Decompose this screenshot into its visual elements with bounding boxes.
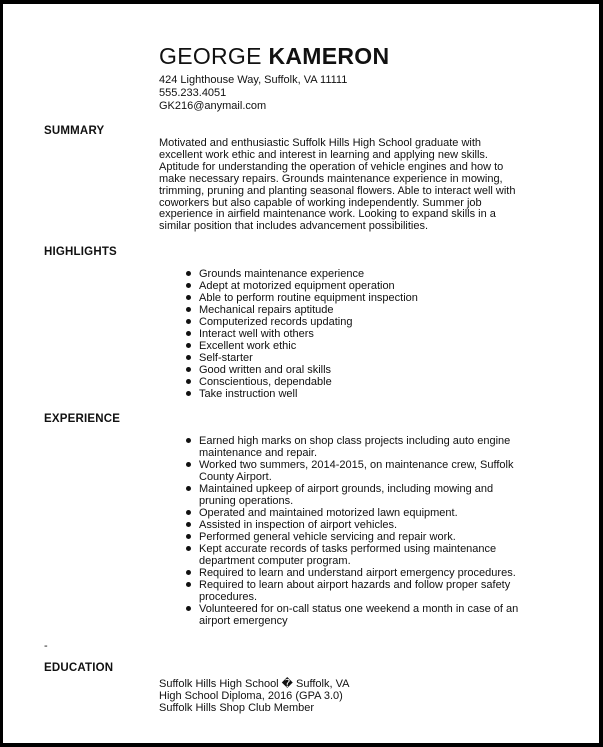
highlight-item: Self-starter [186,352,418,364]
email: GK216@anymail.com [159,100,267,112]
address: 424 Lighthouse Way, Suffolk, VA 11111 [159,74,348,86]
experience-item: Assisted in inspection of airport vehicl… [186,519,518,531]
experience-text-line: procedures. [199,591,258,603]
highlights-heading: HIGHLIGHTS [44,246,117,258]
experience-text-line: department computer program. [199,555,351,567]
experience-text-line: Assisted in inspection of airport vehicl… [199,519,398,531]
highlight-text: Interact well with others [199,328,314,340]
highlight-text: Computerized records updating [199,316,353,328]
highlight-text: Good written and oral skills [199,364,332,376]
experience-item: Volunteered for on-call status one weeke… [186,603,518,627]
experience-text-line: Required to learn and understand airport… [199,567,516,579]
highlight-item: Excellent work ethic [186,340,418,352]
bullet-icon [186,582,191,587]
bullet-icon [186,522,191,527]
highlight-item: Interact well with others [186,328,418,340]
summary-text: Motivated and enthusiastic Suffolk Hills… [159,137,516,233]
experience-item: Kept accurate records of tasks performed… [186,543,518,567]
highlight-text: Able to perform routine equipment inspec… [199,292,418,304]
highlight-text: Excellent work ethic [199,340,297,352]
bullet-icon [186,379,191,384]
bullet-icon [186,295,191,300]
experience-text-line: maintenance and repair. [199,447,318,459]
bullet-icon [186,319,191,324]
highlight-item: Good written and oral skills [186,364,418,376]
highlight-item: Able to perform routine equipment inspec… [186,292,418,304]
bullet-icon [186,391,191,396]
experience-text-line: Worked two summers, 2014-2015, on mainte… [199,459,514,471]
summary-line: similar position that includes advanceme… [159,220,429,233]
experience-item: Earned high marks on shop class projects… [186,435,518,459]
bullet-icon [186,606,191,611]
highlight-item: Computerized records updating [186,316,418,328]
candidate-name: GEORGE KAMERON [159,42,389,70]
highlight-text: Conscientious, dependable [199,376,332,388]
phone: 555.233.4051 [159,87,227,99]
experience-text-line: Maintained upkeep of airport grounds, in… [199,483,494,495]
summary-line: Aptitude for understanding the operation… [159,160,504,173]
highlight-item: Mechanical repairs aptitude [186,304,418,316]
highlight-item: Conscientious, dependable [186,376,418,388]
education-details: Suffolk Hills High School � Suffolk, VA H… [159,678,349,714]
separator-dash: - [44,640,48,652]
last-name: KAMERON [268,43,390,69]
experience-text-line: Operated and maintained motorized lawn e… [199,507,458,519]
highlight-item: Adept at motorized equipment operation [186,280,418,292]
experience-item: Operated and maintained motorized lawn e… [186,507,518,519]
highlight-item: Grounds maintenance experience [186,268,418,280]
first-name: GEORGE [159,43,262,69]
contact-info: 424 Lighthouse Way, Suffolk, VA 11111 55… [159,74,347,113]
highlight-text: Grounds maintenance experience [199,268,365,280]
experience-item: Maintained upkeep of airport grounds, in… [186,483,518,507]
bullet-icon [186,367,191,372]
experience-item: Worked two summers, 2014-2015, on mainte… [186,459,518,483]
bullet-icon [186,355,191,360]
bullet-icon [186,343,191,348]
experience-heading: EXPERIENCE [44,413,121,425]
bullet-icon [186,534,191,539]
bullet-icon [186,283,191,288]
experience-item: Required to learn and understand airport… [186,567,518,579]
education-heading: EDUCATION [44,662,114,674]
bullet-icon [186,462,191,467]
experience-text-line: Performed general vehicle servicing and … [199,531,456,543]
highlight-text: Mechanical repairs aptitude [199,304,334,316]
highlight-text: Adept at motorized equipment operation [199,280,395,292]
experience-item: Required to learn about airport hazards … [186,579,518,603]
bullet-icon [186,486,191,491]
experience-text-line: Required to learn about airport hazards … [199,579,511,591]
bullet-icon [186,510,191,515]
summary-heading: SUMMARY [44,125,105,137]
highlight-text: Self-starter [199,352,253,364]
bullet-icon [186,570,191,575]
highlight-text: Take instruction well [199,388,298,400]
education-line: Suffolk Hills Shop Club Member [159,702,315,714]
experience-text-line: Kept accurate records of tasks performed… [199,543,497,555]
bullet-icon [186,438,191,443]
experience-text-line: airport emergency [199,615,288,627]
experience-list: Earned high marks on shop class projects… [186,435,518,627]
summary-line: make necessary repairs. Grounds maintena… [159,172,503,185]
summary-line: trimming, pruning and planting seasonal … [159,184,516,197]
experience-text-line: Earned high marks on shop class projects… [199,435,511,447]
highlights-list: Grounds maintenance experience Adept at m… [186,268,418,400]
education-line: Suffolk Hills High School � Suffolk, VA [159,678,350,690]
bullet-icon [186,307,191,312]
experience-item: Performed general vehicle servicing and … [186,531,518,543]
bullet-icon [186,331,191,336]
experience-text-line: Volunteered for on-call status one weeke… [199,603,519,615]
bullet-icon [186,546,191,551]
education-line: High School Diploma, 2016 (GPA 3.0) [159,690,343,702]
experience-text-line: County Airport. [199,471,272,483]
resume-page: GEORGE KAMERON 424 Lighthouse Way, Suffo… [3,4,599,743]
highlight-item: Take instruction well [186,388,418,400]
bullet-icon [186,271,191,276]
experience-text-line: pruning operations. [199,495,294,507]
